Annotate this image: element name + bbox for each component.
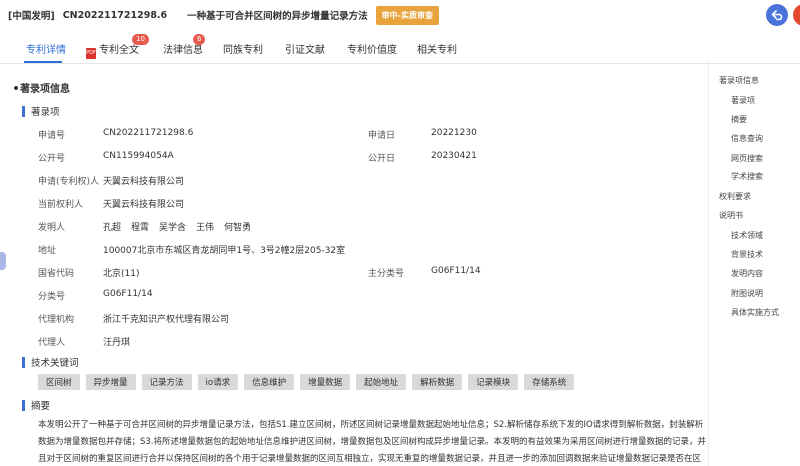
keyword-tag[interactable]: 记录方法 xyxy=(141,374,192,390)
agency-label: 代理机构 xyxy=(38,315,75,325)
nav-web-search[interactable]: 网页搜索 xyxy=(731,153,763,164)
nav-academic-search[interactable]: 学术搜索 xyxy=(731,171,763,182)
nav-abstract[interactable]: 摘要 xyxy=(731,114,747,125)
keyword-tag[interactable]: 增量数据 xyxy=(300,374,351,390)
pub-date-label: 公开日 xyxy=(368,154,396,164)
app-date-value: 20221230 xyxy=(431,128,477,138)
nav-summary[interactable]: 发明内容 xyxy=(731,268,763,279)
nav-biblio-info[interactable]: 著录项信息 xyxy=(719,75,759,86)
keyword-tag[interactable]: 解析数据 xyxy=(412,374,463,390)
app-no-label: 申请号 xyxy=(38,131,66,141)
tab-related-patents[interactable]: 相关专利 xyxy=(417,41,457,56)
keyword-tag[interactable]: 区间树 xyxy=(38,374,80,390)
pdf-icon: PDF xyxy=(86,48,96,59)
inventor-label: 发明人 xyxy=(38,223,66,233)
keyword-tag[interactable]: 记录模块 xyxy=(468,374,519,390)
keyword-tag[interactable]: 信息维护 xyxy=(244,374,295,390)
inventor-name[interactable]: 王伟 xyxy=(196,223,214,233)
inventor-list: 孔超 程霄 吴学含 王伟 何智勇 xyxy=(103,220,261,233)
class-label: 分类号 xyxy=(38,292,66,302)
keyword-list: 区间树 异步增量 记录方法 io请求 信息维护 增量数据 起始地址 解析数据 记… xyxy=(38,374,575,390)
keyword-tag[interactable]: io请求 xyxy=(197,374,239,390)
tab-full-text[interactable]: PDF 专利全文 10 xyxy=(86,34,149,59)
keywords-heading: 技术关键词 xyxy=(22,355,79,369)
tab-patent-value[interactable]: 专利价值度 xyxy=(347,41,397,56)
tab-citations[interactable]: 引证文献 xyxy=(285,41,325,56)
back-arrow-icon xyxy=(771,10,783,21)
tab-legal-info-label: 法律信息 xyxy=(163,45,203,56)
owner-label: 当前权利人 xyxy=(38,200,84,210)
nav-drawings[interactable]: 附图说明 xyxy=(731,288,763,299)
tab-full-text-label: 专利全文 xyxy=(99,45,139,56)
section-title: 著录项信息 xyxy=(14,80,70,95)
full-text-count-badge: 10 xyxy=(132,34,149,45)
keyword-tag[interactable]: 起始地址 xyxy=(356,374,407,390)
heading-bar-icon xyxy=(22,105,25,117)
tab-family-patents[interactable]: 同族专利 xyxy=(223,41,263,56)
address-label: 地址 xyxy=(38,246,57,256)
sidebar-expand-handle[interactable] xyxy=(0,252,6,270)
keyword-tag[interactable]: 存储系统 xyxy=(524,374,575,390)
nav-info-query[interactable]: 信息查询 xyxy=(731,133,763,144)
address-value: 100007北京市东城区青龙胡同甲1号、3号2幢2层205-32室 xyxy=(103,246,346,256)
heading-bar-icon xyxy=(22,399,25,411)
keyword-tag[interactable]: 异步增量 xyxy=(85,374,136,390)
right-outline-nav: 著录项信息 著录项 摘要 信息查询 网页搜索 学术搜索 权利要求 说明书 技术领… xyxy=(708,60,800,466)
applicant-label: 申请(专利权)人 xyxy=(38,177,100,187)
inventor-name[interactable]: 孔超 xyxy=(103,223,121,233)
abstract-text: 本发明公开了一种基于可合并区间树的异步增量记录方法，包括S1.建立区间树，所述区… xyxy=(38,420,707,464)
inventor-name[interactable]: 吴学含 xyxy=(159,223,186,233)
tab-patent-detail[interactable]: 专利详情 xyxy=(26,41,66,56)
agency-value[interactable]: 浙江千克知识产权代理有限公司 xyxy=(103,312,229,325)
inventor-name[interactable]: 何智勇 xyxy=(224,223,251,233)
province-label: 国省代码 xyxy=(38,269,75,279)
bullet-icon xyxy=(14,86,18,90)
nav-description[interactable]: 说明书 xyxy=(719,210,743,221)
pub-date-value: 20230421 xyxy=(431,151,477,161)
patent-number: CN202211721298.6 xyxy=(62,9,168,21)
class-value: G06F11/14 xyxy=(103,289,153,299)
legal-info-count-badge: 6 xyxy=(193,34,206,45)
patent-title: 一种基于可合并区间树的异步增量记录方法 xyxy=(187,11,368,22)
header-bar: [中国发明] CN202211721298.6 一种基于可合并区间树的异步增量记… xyxy=(0,0,800,30)
agent-value: 汪丹琪 xyxy=(103,338,131,348)
tab-legal-info[interactable]: 法律信息 6 xyxy=(163,34,206,56)
status-badge: 审中-实质审查 xyxy=(375,5,439,25)
active-tab-indicator xyxy=(24,61,62,63)
heading-bar-icon xyxy=(22,356,25,368)
owner-value[interactable]: 天翼云科技有限公司 xyxy=(103,197,184,210)
pub-no-value: CN115994054A xyxy=(103,151,174,161)
nav-biblio[interactable]: 著录项 xyxy=(731,95,755,106)
applicant-value[interactable]: 天翼云科技有限公司 xyxy=(103,174,184,187)
nav-embodiments[interactable]: 具体实施方式 xyxy=(731,307,779,318)
biblio-heading: 著录项 xyxy=(22,104,60,118)
abstract-heading: 摘要 xyxy=(22,398,50,412)
main-class-value: G06F11/14 xyxy=(431,266,481,276)
pub-no-label: 公开号 xyxy=(38,154,66,164)
agent-label: 代理人 xyxy=(38,338,66,348)
tab-bar: 专利详情 PDF 专利全文 10 法律信息 6 同族专利 引证文献 专利价值度 相… xyxy=(0,32,800,64)
province-value: 北京(11) xyxy=(103,269,140,279)
nav-background[interactable]: 背景技术 xyxy=(731,249,763,260)
nav-tech-field[interactable]: 技术领域 xyxy=(731,230,763,241)
inventor-name[interactable]: 程霄 xyxy=(131,223,149,233)
patent-type-tag: [中国发明] xyxy=(8,11,55,22)
app-date-label: 申请日 xyxy=(368,131,396,141)
nav-claims[interactable]: 权利要求 xyxy=(719,191,751,202)
back-button[interactable] xyxy=(766,4,788,26)
main-class-label: 主分类号 xyxy=(368,269,405,279)
app-no-value: CN202211721298.6 xyxy=(103,128,194,138)
